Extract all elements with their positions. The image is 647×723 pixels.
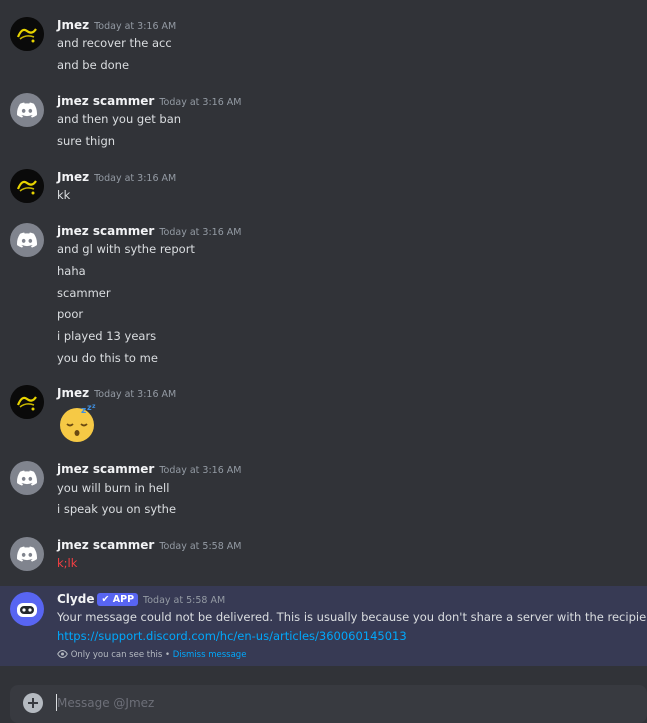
discord-logo-icon [17, 546, 37, 562]
username[interactable]: Jmez [57, 170, 89, 184]
username[interactable]: jmez scammer [57, 538, 154, 552]
message-text: i speak you on sythe [57, 502, 177, 516]
message-header: jmez scammer Today at 3:16 AM [57, 459, 241, 477]
discord-logo-icon [17, 470, 37, 486]
svg-text:z: z [92, 403, 96, 410]
checkmark-icon: ✔ [101, 594, 110, 605]
discord-logo-icon [17, 232, 37, 248]
message-header: jmez scammer Today at 3:16 AM [57, 221, 241, 239]
ephemeral-notice: Only you can see this • Dismiss message [57, 648, 246, 662]
timestamp: Today at 3:16 AM [159, 97, 242, 108]
username[interactable]: jmez scammer [57, 224, 154, 238]
failed-message-text: k;lk [57, 556, 78, 570]
message-input[interactable]: Message @Jmez [57, 694, 154, 712]
message-text: and recover the acc [57, 36, 172, 50]
avatar[interactable] [10, 93, 44, 127]
message-composer: Message @Jmez [10, 685, 647, 723]
message-header: Jmez Today at 3:16 AM [57, 167, 176, 185]
avatar[interactable] [10, 223, 44, 257]
username[interactable]: Jmez [57, 386, 89, 400]
message-header: jmez scammer Today at 5:58 AM [57, 535, 241, 553]
message-text: kk [57, 188, 71, 202]
badge-label: APP [112, 594, 135, 605]
discord-logo-icon [17, 102, 37, 118]
username[interactable]: Jmez [57, 18, 89, 32]
message-text: and gl with sythe report [57, 242, 195, 256]
message-text: sure thign [57, 134, 116, 148]
timestamp: Today at 3:16 AM [94, 21, 177, 32]
separator: • [164, 650, 170, 660]
sleeping-face-icon[interactable]: z z z [57, 403, 97, 443]
message-list: Jmez Today at 3:16 AM and recover the acc… [0, 0, 647, 684]
plus-icon [28, 698, 38, 708]
message-text: and be done [57, 58, 130, 72]
clyde-bot-icon [17, 603, 37, 617]
message-header: Clyde ✔ APP Today at 5:58 AM [57, 589, 225, 607]
jmez-logo-icon [10, 17, 44, 51]
message-text: Your message could not be delivered. Thi… [57, 610, 647, 624]
message-text: you will burn in hell [57, 481, 170, 495]
message-text: poor [57, 307, 84, 321]
timestamp: Today at 3:16 AM [94, 173, 177, 184]
timestamp: Today at 3:16 AM [159, 465, 242, 476]
message-text: i played 13 years [57, 329, 157, 343]
avatar[interactable] [10, 537, 44, 571]
timestamp: Today at 3:16 AM [94, 389, 177, 400]
message-header: jmez scammer Today at 3:16 AM [57, 91, 241, 109]
support-link[interactable]: https://support.discord.com/hc/en-us/art… [57, 628, 407, 644]
username[interactable]: jmez scammer [57, 462, 154, 476]
avatar[interactable] [10, 169, 44, 203]
timestamp: Today at 3:16 AM [159, 227, 242, 238]
jmez-logo-icon [10, 169, 44, 203]
message-header: Jmez Today at 3:16 AM [57, 383, 176, 401]
avatar[interactable] [10, 17, 44, 51]
timestamp: Today at 5:58 AM [159, 541, 242, 552]
message-header: Jmez Today at 3:16 AM [57, 15, 176, 33]
message-text: haha [57, 264, 86, 278]
eye-icon [57, 649, 68, 659]
timestamp: Today at 5:58 AM [143, 595, 226, 606]
dismiss-message-link[interactable]: Dismiss message [173, 650, 247, 660]
avatar[interactable] [10, 592, 44, 626]
message-text: you do this to me [57, 351, 158, 365]
ephemeral-note-text: Only you can see this [70, 650, 163, 660]
avatar[interactable] [10, 461, 44, 495]
avatar[interactable] [10, 385, 44, 419]
message-text: and then you get ban [57, 112, 182, 126]
add-attachment-button[interactable] [23, 693, 43, 713]
jmez-logo-icon [10, 385, 44, 419]
message-text: scammer [57, 286, 111, 300]
username[interactable]: jmez scammer [57, 94, 154, 108]
app-badge: ✔ APP [97, 593, 139, 606]
svg-text:z: z [81, 406, 86, 416]
username[interactable]: Clyde [57, 592, 94, 606]
